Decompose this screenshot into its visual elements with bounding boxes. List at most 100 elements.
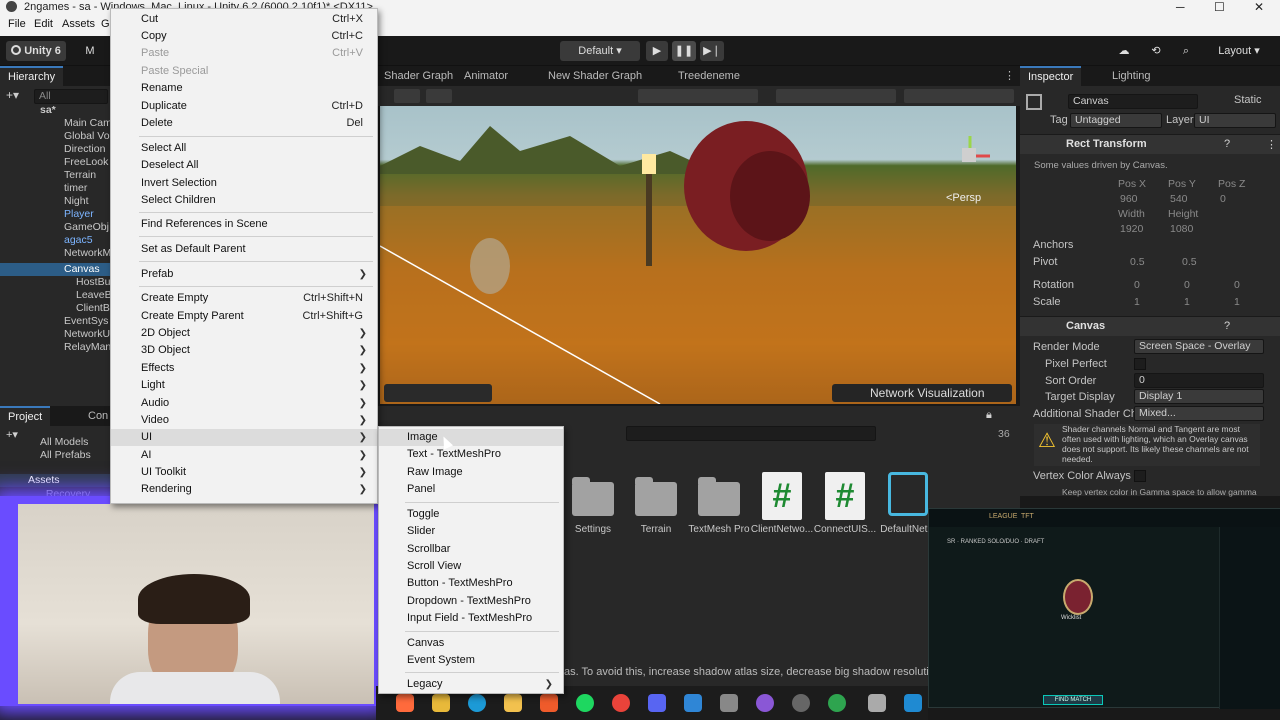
pos-y-value[interactable]: 540 [1170,193,1188,205]
menu-assets[interactable]: Assets [62,18,95,30]
hierarchy-item[interactable]: LeaveB [0,289,112,302]
target-display-dropdown[interactable]: Display 1 [1134,389,1264,404]
menu-item-light[interactable]: Light ❯ [111,377,377,394]
unity-editor-icon[interactable] [868,694,886,712]
history-icon[interactable]: ⟲ [1146,41,1166,61]
hierarchy-item[interactable]: HostBu [0,276,110,289]
csharp-script-icon[interactable]: # [762,472,802,520]
height-value[interactable]: 1080 [1170,223,1193,235]
submenu-item-text-tmp[interactable]: Text - TextMeshPro [379,446,563,463]
submenu-item-raw-image[interactable]: Raw Image [379,464,563,481]
menu-item-video[interactable]: Video ❯ [111,412,377,429]
submenu-item-scroll-view[interactable]: Scroll View [379,558,563,575]
submenu-item-panel[interactable]: Panel [379,481,563,498]
favorites-item[interactable]: All Models [0,436,110,449]
menu-item-copy[interactable]: Copy Ctrl+C [111,28,377,45]
folder-icon[interactable] [635,477,677,516]
submenu-item-input-field-tmp[interactable]: Input Field - TextMeshPro [379,610,563,627]
submenu-item-button-tmp[interactable]: Button - TextMeshPro [379,575,563,592]
render-mode-dropdown[interactable]: Screen Space - Overlay [1134,339,1264,354]
file-explorer-icon[interactable] [432,694,450,712]
unity-account-button[interactable]: Unity 6 [6,41,66,61]
menu-item-ai[interactable]: AI ❯ [111,447,377,464]
scale-y-value[interactable]: 1 [1184,296,1190,308]
hierarchy-search-input[interactable]: All [34,89,108,104]
menu-item-effects[interactable]: Effects ❯ [111,360,377,377]
scene-root-row[interactable]: sa* [0,104,110,117]
additional-shader-dropdown[interactable]: Mixed... [1134,406,1264,421]
hierarchy-item[interactable]: Night [0,195,110,208]
scale-z-value[interactable]: 1 [1234,296,1240,308]
pause-button[interactable]: ❚❚ [672,41,696,61]
assets-root[interactable]: Assets [0,474,110,487]
tab-lighting[interactable]: Lighting [1104,66,1159,86]
menu-item-rename[interactable]: Rename [111,80,377,97]
submenu-item-dropdown-tmp[interactable]: Dropdown - TextMeshPro [379,593,563,610]
submenu-item-event-system[interactable]: Event System [379,652,563,669]
hierarchy-item[interactable]: NetworkM [0,247,111,260]
scene-view-options-icon[interactable] [904,89,1014,103]
hierarchy-item[interactable]: Global Vo [0,130,110,143]
favorites-item[interactable]: All Prefabs [0,449,110,462]
help-icon[interactable]: ? [1224,138,1230,150]
hierarchy-item[interactable]: NetworkU [0,328,110,341]
taskbar-app-icon[interactable] [396,694,414,712]
menu-item-set-default-parent[interactable]: Set as Default Parent [111,241,377,258]
rotation-x-value[interactable]: 0 [1134,279,1140,291]
store-icon[interactable] [504,694,522,712]
csharp-script-icon[interactable]: # [825,472,865,520]
rotation-z-value[interactable]: 0 [1234,279,1240,291]
hierarchy-item[interactable]: Direction [0,143,110,156]
project-search-input[interactable] [626,426,876,441]
width-value[interactable]: 1920 [1120,223,1143,235]
scene-view[interactable]: <Persp Network Visualization [380,106,1016,404]
tab-shader-graph[interactable]: Shader Graph [376,66,461,86]
network-visualization-overlay[interactable]: Network Visualization [832,384,1012,402]
search-icon[interactable]: ⌕ [1176,41,1196,61]
submenu-item-canvas[interactable]: Canvas [379,635,563,652]
find-match-button[interactable]: FIND MATCH [1043,695,1103,705]
menu-item-select-children[interactable]: Select Children [111,192,377,209]
hierarchy-item[interactable]: Player [0,208,110,221]
hierarchy-item[interactable]: GameObj [0,221,110,234]
scale-x-value[interactable]: 1 [1134,296,1140,308]
submenu-item-slider[interactable]: Slider [379,523,563,540]
pivot-x-value[interactable]: 0.5 [1130,256,1145,268]
menu-file[interactable]: File [8,18,26,30]
prefab-cube-icon[interactable] [888,472,928,516]
minimize-icon[interactable]: ─ [1176,0,1185,14]
pivot-y-value[interactable]: 0.5 [1182,256,1197,268]
hierarchy-item[interactable]: timer [0,182,110,195]
submenu-item-toggle[interactable]: Toggle [379,506,563,523]
cloud-icon[interactable]: ☁ [1114,41,1134,61]
chrome-icon[interactable] [612,694,630,712]
tab-new-shader-graph[interactable]: New Shader Graph [540,66,650,86]
tab-treedeneme[interactable]: Treedeneme [670,66,748,86]
menu-item-2d-object[interactable]: 2D Object ❯ [111,325,377,342]
vscode-icon[interactable] [904,694,922,712]
canvas-component-header[interactable]: Canvas ? [1020,316,1280,336]
close-icon[interactable]: ✕ [1254,0,1264,14]
more-options-icon[interactable]: ⋮ [996,66,1023,86]
maximize-icon[interactable]: ☐ [1214,0,1225,14]
hierarchy-item-selected[interactable]: Canvas [0,263,110,276]
help-icon[interactable]: ? [1224,320,1230,332]
hierarchy-item[interactable]: FreeLook [0,156,110,169]
menu-item-ui-toolkit[interactable]: UI Toolkit ❯ [111,464,377,481]
menu-item-delete[interactable]: Delete Del [111,115,377,132]
menu-gameobject[interactable]: G [101,18,110,30]
menu-item-duplicate[interactable]: Duplicate Ctrl+D [111,98,377,115]
unity-hub-icon[interactable] [720,694,738,712]
github-icon[interactable] [756,694,774,712]
object-name-field[interactable]: Canvas [1068,94,1198,109]
edge-icon[interactable] [468,694,486,712]
menu-edit[interactable]: Edit [34,18,53,30]
hierarchy-item[interactable]: ClientB [0,302,110,315]
submenu-item-scrollbar[interactable]: Scrollbar [379,541,563,558]
tag-dropdown[interactable]: Untagged [1070,113,1162,128]
folder-icon[interactable] [572,477,614,516]
menu-item-rendering[interactable]: Rendering ❯ [111,481,377,498]
pixel-perfect-checkbox[interactable] [1134,358,1146,370]
menu-item-3d-object[interactable]: 3D Object ❯ [111,342,377,359]
menu-item-invert-selection[interactable]: Invert Selection [111,175,377,192]
